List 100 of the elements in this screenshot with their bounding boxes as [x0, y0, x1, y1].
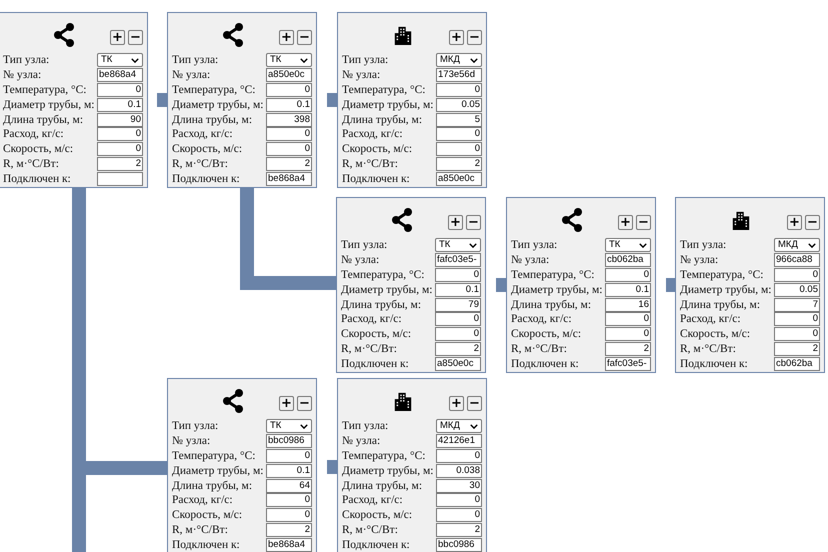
input-field[interactable]: 0.038 — [436, 464, 482, 478]
share-icon — [52, 22, 74, 48]
field-label: Температура, °C: — [511, 268, 594, 281]
input-field[interactable]: 0 — [435, 327, 481, 342]
input-field[interactable]: 2 — [436, 156, 482, 171]
input-field[interactable]: 398 — [266, 112, 312, 127]
input-field[interactable]: 2 — [605, 342, 651, 356]
input-field[interactable]: 5 — [436, 112, 482, 127]
add-button[interactable]: + — [279, 396, 294, 411]
type-select[interactable]: МКД — [436, 53, 482, 68]
input-field[interactable]: 0.1 — [435, 282, 481, 297]
remove-button[interactable]: − — [805, 215, 820, 230]
input-field[interactable]: 173e56d — [436, 68, 482, 82]
input-field[interactable]: 0.1 — [605, 282, 651, 297]
field-label: Расход, кг/с: — [3, 128, 64, 140]
input-field[interactable]: 90 — [97, 112, 143, 127]
field-label: Длина трубы, м: — [511, 298, 592, 311]
input-field[interactable]: 0 — [97, 127, 143, 142]
remove-button[interactable]: − — [297, 30, 312, 45]
input-field[interactable]: 0 — [266, 448, 312, 463]
input-field[interactable]: be868a4 — [266, 172, 312, 186]
input-field[interactable]: 7 — [774, 298, 820, 312]
type-select[interactable]: ТК — [266, 419, 312, 434]
input-field[interactable]: 0.1 — [266, 464, 312, 478]
input-field[interactable]: cb062ba — [605, 253, 651, 268]
type-select[interactable]: МКД — [436, 419, 482, 434]
input-field[interactable]: 0 — [266, 493, 312, 508]
input-field[interactable]: 2 — [774, 342, 820, 356]
field-label: Длина трубы, м: — [342, 480, 422, 492]
type-select[interactable]: ТК — [97, 53, 143, 68]
input-field[interactable]: 2 — [435, 342, 481, 356]
type-select[interactable]: МКД — [774, 238, 820, 252]
type-select[interactable]: ТК — [435, 238, 481, 252]
input-field[interactable]: 0 — [774, 327, 820, 342]
input-field[interactable]: a850e0c — [436, 172, 482, 186]
input-field[interactable]: 0 — [436, 493, 482, 508]
input-field[interactable]: 0 — [97, 82, 143, 97]
field-label: R, м·°C/Вт: — [342, 524, 398, 536]
add-button[interactable]: + — [618, 215, 633, 230]
type-select[interactable]: ТК — [605, 238, 651, 252]
input-field[interactable]: 0 — [266, 127, 312, 142]
input-field[interactable]: 2 — [436, 522, 482, 537]
input-field[interactable]: 30 — [436, 478, 482, 493]
input-field[interactable]: 0.05 — [774, 282, 820, 297]
input-field[interactable]: fafc03e5- — [435, 253, 481, 268]
input-field[interactable]: be868a4 — [97, 68, 143, 82]
remove-button[interactable]: − — [467, 396, 482, 411]
input-field[interactable]: 0 — [436, 82, 482, 97]
input-field[interactable]: 0 — [266, 508, 312, 522]
input-field[interactable]: 0 — [266, 82, 312, 97]
input-field[interactable]: 966ca88 — [774, 253, 820, 268]
add-button[interactable]: + — [449, 396, 464, 411]
input-field[interactable]: 0 — [774, 268, 820, 282]
input-field[interactable]: 2 — [266, 156, 312, 171]
share-icon — [560, 206, 582, 232]
input-field[interactable]: 0 — [435, 268, 481, 282]
field-label: Скорость, м/с: — [342, 143, 412, 156]
input-field[interactable]: 0.1 — [266, 98, 312, 112]
remove-button[interactable]: − — [128, 30, 143, 45]
input-field[interactable] — [97, 172, 143, 186]
chevron-icon — [469, 242, 477, 248]
input-field[interactable]: 0 — [266, 142, 312, 156]
add-button[interactable]: + — [110, 30, 125, 45]
input-field[interactable]: a850e0c — [435, 356, 481, 371]
remove-button[interactable]: − — [297, 396, 312, 411]
input-field[interactable]: 0 — [605, 327, 651, 342]
field-label: Длина трубы, м: — [341, 298, 422, 311]
input-field[interactable]: 64 — [266, 478, 312, 493]
input-field[interactable]: 2 — [266, 522, 312, 537]
input-field[interactable]: 0 — [436, 142, 482, 156]
input-field[interactable]: cb062ba — [774, 356, 820, 371]
type-select[interactable]: ТК — [266, 53, 312, 68]
input-field[interactable]: 79 — [435, 298, 481, 312]
input-field[interactable]: 0.05 — [436, 98, 482, 112]
remove-button[interactable]: − — [466, 215, 481, 230]
input-field[interactable]: 2 — [97, 156, 143, 171]
input-field[interactable]: bbc0986 — [436, 538, 482, 552]
input-field[interactable]: 42126e1 — [436, 434, 482, 448]
input-field[interactable]: 0 — [435, 312, 481, 326]
field-label: R, м·°C/Вт: — [3, 158, 59, 170]
input-field[interactable]: 0 — [436, 127, 482, 142]
input-field[interactable]: 0 — [436, 508, 482, 522]
field-label: Расход, кг/с: — [511, 313, 572, 326]
input-field[interactable]: 0.1 — [97, 98, 143, 112]
input-field[interactable]: bbc0986 — [266, 434, 312, 448]
input-field[interactable]: 0 — [97, 142, 143, 156]
add-button[interactable]: + — [449, 30, 464, 45]
input-field[interactable]: 0 — [605, 268, 651, 282]
input-field[interactable]: fafc03e5- — [605, 356, 651, 371]
add-button[interactable]: + — [448, 215, 463, 230]
input-field[interactable]: 16 — [605, 298, 651, 312]
remove-button[interactable]: − — [636, 215, 651, 230]
input-field[interactable]: 0 — [436, 448, 482, 463]
remove-button[interactable]: − — [467, 30, 482, 45]
add-button[interactable]: + — [787, 215, 802, 230]
input-field[interactable]: be868a4 — [266, 538, 312, 552]
input-field[interactable]: 0 — [605, 312, 651, 326]
add-button[interactable]: + — [279, 30, 294, 45]
input-field[interactable]: a850e0c — [266, 68, 312, 82]
input-field[interactable]: 0 — [774, 312, 820, 326]
